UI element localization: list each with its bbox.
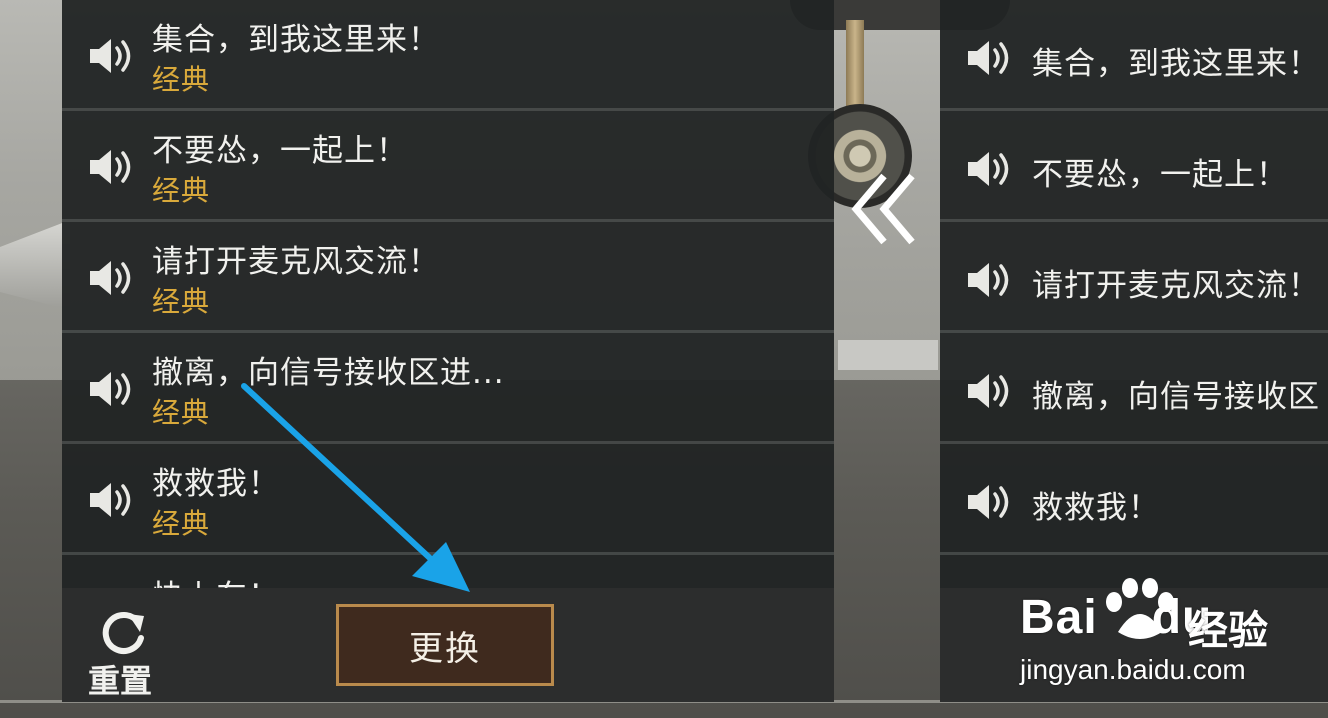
voice-text: 救救我！: [152, 466, 280, 502]
speaker-icon[interactable]: [966, 260, 1014, 300]
voice-list[interactable]: 集合，到我这里来！ 经典 不要怂，一起上！ 经典 请打开麦克风交流！ 经典 撤离…: [62, 0, 834, 588]
swap-button[interactable]: 更换: [336, 604, 554, 686]
voice-text: 不要怂，一起上！: [1032, 157, 1288, 193]
voice-text: 救救我！: [1032, 490, 1160, 526]
paw-logo-icon: [1106, 578, 1174, 639]
speaker-icon[interactable]: [88, 480, 136, 520]
equipped-voice-item[interactable]: 不要怂，一起上！: [940, 111, 1328, 222]
voice-text: 请打开麦克风交流！: [1032, 268, 1320, 304]
equipped-voice-item[interactable]: 救救我！: [940, 444, 1328, 555]
speaker-icon[interactable]: [88, 258, 136, 298]
equipped-voice-item[interactable]: 请打开麦克风交流！: [940, 222, 1328, 333]
voice-item[interactable]: 快上车！: [62, 555, 834, 588]
voice-item[interactable]: 撤离，向信号接收区进... 经典: [62, 333, 834, 444]
voice-tag: 经典: [152, 507, 211, 540]
baidu-jingyan-watermark: Bai du 经验 jingyan.baidu.com: [1020, 576, 1310, 686]
voice-text: 集合，到我这里来！: [1032, 46, 1320, 82]
voice-text: 不要怂，一起上！: [152, 133, 408, 169]
voice-text: 请打开麦克风交流！: [152, 244, 440, 280]
speaker-icon[interactable]: [966, 371, 1014, 411]
equipped-voice-item[interactable]: 集合，到我这里来！: [940, 0, 1328, 111]
watermark-url: jingyan.baidu.com: [1020, 654, 1246, 685]
speaker-icon[interactable]: [966, 149, 1014, 189]
speaker-icon[interactable]: [88, 147, 136, 187]
voice-tag: 经典: [152, 285, 211, 318]
watermark-brand-cn: 经验: [1188, 608, 1268, 654]
reset-label: 重置: [88, 662, 153, 700]
voice-tag: 经典: [152, 63, 211, 96]
watermark-brand-bai: Bai: [1020, 591, 1098, 644]
reset-button[interactable]: 重置: [86, 606, 166, 700]
hangar: [838, 340, 938, 370]
speaker-icon[interactable]: [88, 36, 136, 76]
voice-text: 撤离，向信号接收区进...: [152, 355, 505, 391]
double-chevron-left-icon[interactable]: [850, 172, 920, 246]
refresh-icon: [102, 611, 144, 654]
voice-item[interactable]: 救救我！ 经典: [62, 444, 834, 555]
speaker-icon[interactable]: [966, 482, 1014, 522]
voice-list-panel: 集合，到我这里来！ 经典 不要怂，一起上！ 经典 请打开麦克风交流！ 经典 撤离…: [62, 0, 834, 702]
voice-tag: 经典: [152, 396, 211, 429]
equipped-voice-list[interactable]: 集合，到我这里来！ 不要怂，一起上！ 请打开麦克风交流！ 撤离，向信号接收区 救…: [940, 0, 1328, 588]
speaker-icon[interactable]: [966, 38, 1014, 78]
voice-item[interactable]: 请打开麦克风交流！ 经典: [62, 222, 834, 333]
voice-item[interactable]: 不要怂，一起上！ 经典: [62, 111, 834, 222]
equipped-voice-item[interactable]: 撤离，向信号接收区: [940, 333, 1328, 444]
voice-text: 快上车！: [152, 571, 280, 588]
voice-text: 撤离，向信号接收区: [1032, 379, 1320, 415]
voice-item[interactable]: 集合，到我这里来！ 经典: [62, 0, 834, 111]
speaker-icon[interactable]: [88, 369, 136, 409]
voice-tag: 经典: [152, 174, 211, 207]
voice-text: 集合，到我这里来！: [152, 22, 440, 58]
